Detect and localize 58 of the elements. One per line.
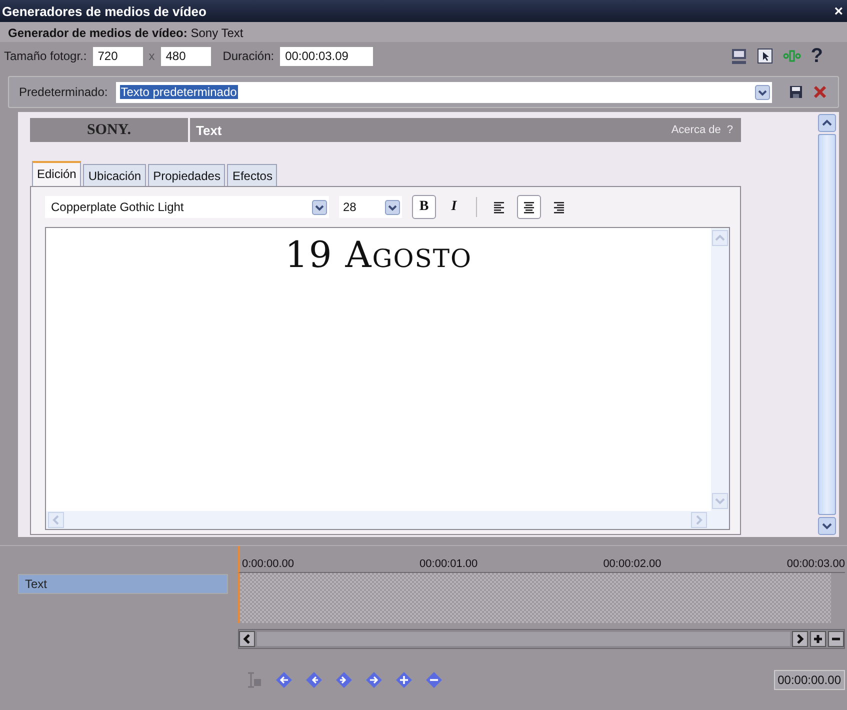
window-title: Generadores de medios de vídeo (2, 4, 206, 18)
cursor-window-icon[interactable] (756, 48, 773, 64)
tab[interactable]: Edición (32, 161, 82, 186)
italic-button[interactable]: I (442, 195, 466, 219)
next-keyframe-icon[interactable] (336, 672, 352, 688)
remove-keyframe-icon[interactable] (426, 672, 442, 688)
font-size: 28 (343, 200, 356, 214)
save-icon[interactable] (788, 84, 804, 100)
chevron-down-icon[interactable] (312, 200, 327, 214)
align-center-button[interactable] (517, 195, 541, 219)
track-label[interactable]: Text (18, 574, 228, 594)
editor-text: 19 Agosto (284, 234, 472, 278)
font-name: Copperplate Gothic Light (51, 200, 184, 214)
chevron-down-icon[interactable] (385, 200, 400, 214)
preset-label: Predeterminado: (19, 85, 108, 99)
font-dropdown[interactable]: Copperplate Gothic Light (45, 196, 329, 218)
frame-size-label: Tamaño fotogr.: (4, 49, 87, 63)
monitor-icon[interactable] (730, 47, 747, 65)
help-button[interactable]: ? (810, 46, 823, 66)
last-keyframe-icon[interactable] (366, 672, 382, 688)
timeline-scrollbar[interactable] (238, 629, 845, 649)
ruler-time: 00:00:03.00 (786, 558, 845, 570)
scroll-left-icon[interactable] (239, 631, 255, 647)
zoom-out-icon[interactable] (828, 631, 844, 647)
ruler-time: 00:00:01.00 (420, 558, 478, 570)
generator-label: Generador de medios de vídeo: Sony Text (8, 26, 244, 40)
preset-value: Texto predeterminado (120, 85, 238, 99)
chevron-down-icon[interactable] (755, 84, 770, 100)
previous-keyframe-icon[interactable] (306, 672, 322, 688)
size-separator: x (148, 49, 155, 63)
duration-field[interactable]: 00:00:03.09 (280, 46, 374, 66)
delete-icon[interactable] (812, 84, 828, 100)
align-center-icon (523, 200, 535, 214)
tab[interactable]: Propiedades (148, 164, 226, 186)
bold-button[interactable]: B (412, 195, 436, 219)
scroll-right-icon[interactable] (792, 631, 808, 647)
first-keyframe-icon[interactable] (276, 672, 292, 688)
plugin-name: Text (196, 122, 223, 138)
preset-dropdown[interactable]: Texto predeterminado (116, 82, 772, 102)
tab[interactable]: Efectos (227, 164, 278, 186)
align-right-icon (553, 200, 565, 214)
width-field[interactable]: 720 (92, 46, 143, 66)
align-left-icon (493, 200, 505, 214)
scroll-up-icon[interactable] (818, 114, 836, 132)
scroll-down-icon[interactable] (818, 517, 836, 535)
size-dropdown[interactable]: 28 (339, 196, 402, 218)
ruler-time: 0:00:00.00 (242, 558, 294, 570)
add-keyframe-icon[interactable] (396, 672, 412, 688)
height-field[interactable]: 480 (160, 46, 211, 66)
sony-logo: SONY. (30, 118, 190, 142)
time-field[interactable]: 00:00:00.00 (774, 670, 845, 690)
close-button[interactable]: × (832, 2, 845, 20)
panel-scrollbar[interactable] (817, 112, 837, 537)
ruler-time: 00:00:02.00 (603, 558, 662, 570)
scroll-thumb[interactable] (818, 134, 836, 515)
tab[interactable]: Ubicación (83, 164, 146, 186)
zoom-in-icon[interactable] (810, 631, 826, 647)
duration-label: Duración: (222, 49, 274, 63)
